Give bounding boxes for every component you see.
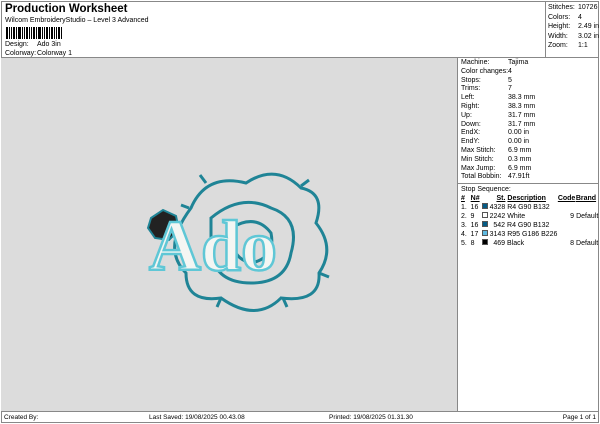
- color-swatch: [482, 221, 489, 227]
- stop-row: 2. 9 2242 White 9 Default: [461, 212, 599, 220]
- page-title: Production Worksheet: [5, 3, 128, 15]
- design-row: Design: Ado 3in: [5, 41, 61, 48]
- colorway-row: Colorway:Colorway 1: [5, 50, 73, 57]
- stat-row: Zoom: 1:1: [548, 42, 588, 49]
- page-number: Page 1 of 1: [562, 414, 596, 421]
- stop-row: 5. 8 469 Black 8 Default: [461, 239, 599, 247]
- color-swatch: [482, 239, 489, 245]
- software-subtitle: Wilcom EmbroideryStudio – Level 3 Advanc…: [5, 17, 149, 24]
- info-row: Stops: 5: [461, 76, 512, 84]
- color-swatch: [482, 212, 488, 218]
- color-swatch: [482, 203, 488, 209]
- machine-info: Machine: Tajima Color changes:4 Stops: 5 Trim…: [458, 58, 599, 184]
- stat-row: Stitches: 10726: [548, 4, 598, 11]
- created-by: Created By:: [4, 414, 39, 421]
- info-row: Right: 38.3 mm: [461, 102, 536, 110]
- info-row: Color changes:4: [461, 67, 512, 75]
- design-preview: Ado: [1, 58, 458, 411]
- info-row: Up: 31.7 mm: [461, 111, 536, 119]
- info-row: Max Stitch: 6.9 mm: [461, 146, 532, 154]
- embroidery-design: Ado: [146, 172, 330, 312]
- info-row: Machine: Tajima: [461, 59, 529, 66]
- info-row: EndX: 0.00 in: [461, 129, 530, 137]
- design-name: Ado 3in: [37, 41, 61, 48]
- info-row: Left: 38.3 mm: [461, 94, 536, 102]
- header: Production Worksheet Wilcom EmbroiderySt…: [1, 1, 545, 58]
- color-swatch: [482, 230, 488, 236]
- stop-sequence-title: Stop Sequence:: [461, 186, 511, 193]
- footer: Created By: Last Saved: 19/08/2025 00.43…: [1, 411, 599, 423]
- colorway-name: Colorway 1: [37, 50, 73, 57]
- stop-row: 1. 16 4328 R4 G90 B132: [461, 203, 550, 211]
- stop-sequence-header: # N# St. Description Code Brand: [461, 195, 597, 202]
- stop-row: 4. 17 3143 R95 G186 B226: [461, 230, 558, 238]
- info-row: Max Jump: 6.9 mm: [461, 164, 532, 172]
- last-saved: Last Saved: 19/08/2025 00.43.08: [149, 414, 245, 421]
- stop-sequence: Stop Sequence: # N# St. Description Code…: [458, 184, 599, 248]
- info-row: Trims: 7: [461, 85, 512, 93]
- stat-row: Height: 2.49 in: [548, 23, 600, 30]
- stat-row: Colors: 4: [548, 13, 582, 21]
- barcode: [6, 27, 72, 39]
- info-panel: Machine: Tajima Color changes:4 Stops: 5 Trim…: [458, 58, 599, 411]
- stop-row: 3. 16 542 R4 G90 B132: [461, 221, 550, 229]
- printed-date: Printed: 19/08/2025 01.31.30: [329, 414, 413, 421]
- info-row: EndY: 0.00 in: [461, 138, 530, 146]
- design-lettering: Ado: [149, 206, 277, 286]
- design-stats: Stitches: 10726 Colors: 4 Height: 2.49 in Widt…: [545, 1, 599, 58]
- stat-row: Width: 3.02 in: [548, 32, 600, 40]
- info-row: Down: 31.7 mm: [461, 120, 536, 128]
- info-row: Total Bobbin: 47.91ft: [461, 173, 530, 181]
- info-row: Min Stitch: 0.3 mm: [461, 155, 532, 163]
